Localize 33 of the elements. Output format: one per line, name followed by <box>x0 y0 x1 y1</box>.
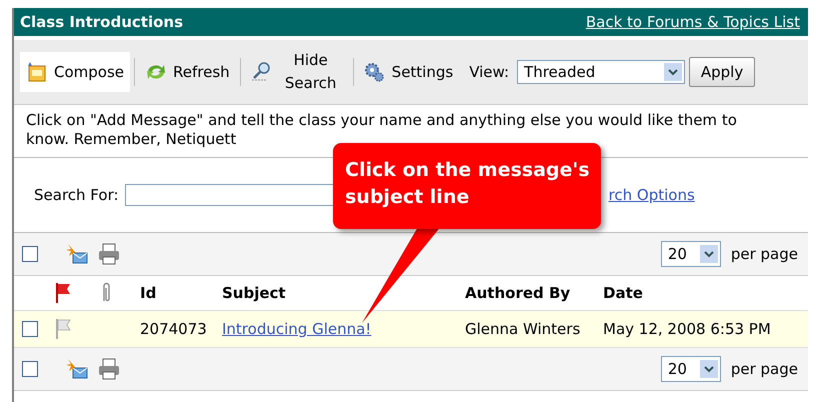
search-label: Search For: <box>34 186 119 204</box>
per-page-label: per page <box>730 245 798 263</box>
column-header[interactable]: Authored By <box>465 284 603 302</box>
forum-title: Class Introductions <box>20 13 184 31</box>
apply-button[interactable]: Apply <box>689 57 756 87</box>
toolbar-button[interactable]: Compose <box>20 52 130 92</box>
print-icon[interactable] <box>98 243 120 265</box>
checkbox[interactable] <box>22 361 38 377</box>
new-mail-icon[interactable] <box>66 243 88 265</box>
checkbox[interactable] <box>22 321 38 337</box>
author-cell-text: Glenna Winters <box>465 320 582 338</box>
per-page-dropdown[interactable]: 20 <box>660 241 721 267</box>
column-header[interactable]: Id <box>140 284 222 302</box>
print-icon[interactable] <box>98 358 120 380</box>
message-id: 2074073 <box>140 320 208 338</box>
gear-icon <box>364 61 386 83</box>
compose-icon <box>26 61 48 83</box>
toolbar-button[interactable]: Refresh <box>139 52 236 92</box>
toolbar-button[interactable]: Hide Search <box>244 52 349 92</box>
back-link[interactable]: Back to Forums & Topics List <box>586 13 800 31</box>
subject-link[interactable]: Introducing Glenna! <box>222 320 372 338</box>
checkbox[interactable] <box>22 246 38 262</box>
column-header[interactable]: Date <box>603 284 643 302</box>
toolbar-button[interactable]: Settings <box>358 52 460 92</box>
per-page-dropdown[interactable]: 20 <box>660 356 721 382</box>
per-page-label: per page <box>730 360 798 378</box>
new-mail-icon[interactable] <box>66 358 88 380</box>
search-options-link[interactable]: rch Options <box>608 186 695 204</box>
view-label: View: <box>469 63 510 81</box>
view-dropdown[interactable]: Threaded <box>517 60 686 84</box>
callout-bubble: Click on the message's subject line <box>333 143 601 229</box>
column-header[interactable]: Subject <box>222 284 465 302</box>
date-cell: May 12, 2008 6:53 PM <box>603 320 771 338</box>
